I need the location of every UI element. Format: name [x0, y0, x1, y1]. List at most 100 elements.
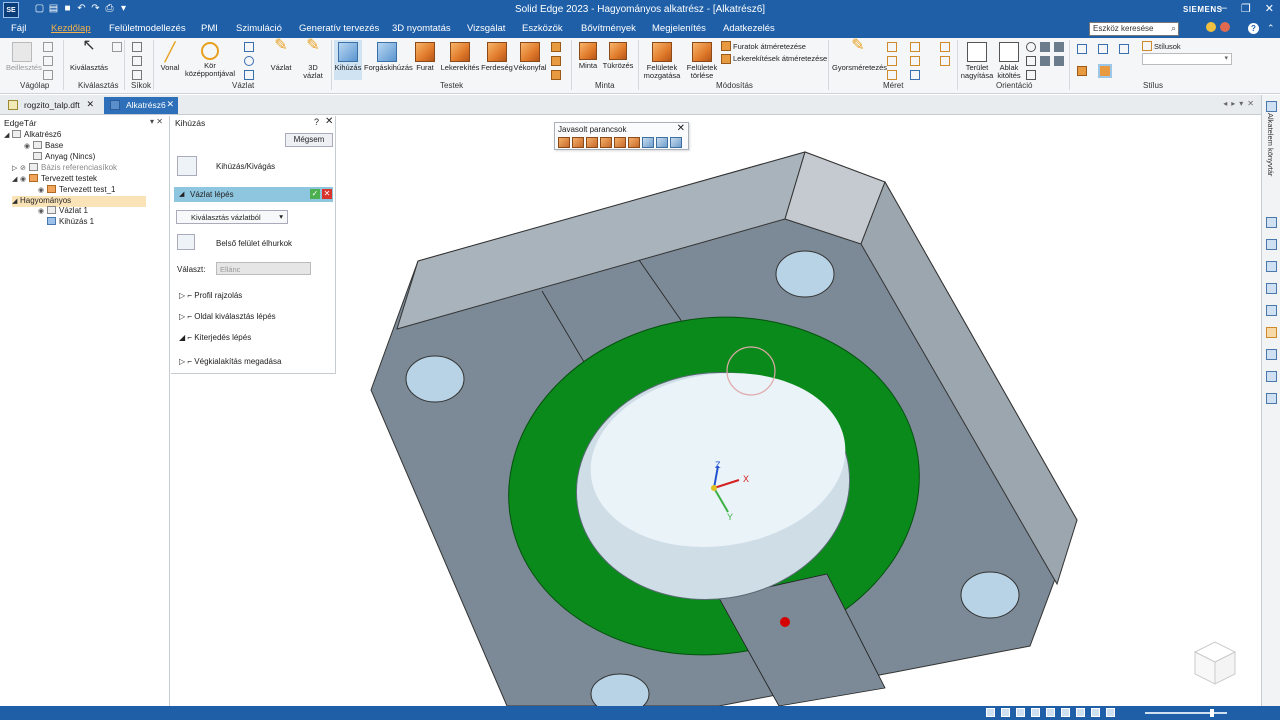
- tree-item-part[interactable]: ◢ Alkatrész6: [4, 130, 61, 141]
- grid-icon[interactable]: [910, 70, 920, 80]
- smart-dimension-button[interactable]: ✎ Gyorsméretezés: [832, 38, 887, 72]
- pan-icon[interactable]: [1031, 708, 1040, 717]
- plane-angled-icon[interactable]: [132, 56, 142, 66]
- part-painter-icon[interactable]: [1119, 44, 1129, 54]
- command-search-input[interactable]: Eszköz keresése ⌕: [1089, 22, 1179, 36]
- copy-icon[interactable]: [43, 56, 53, 66]
- draft-icon[interactable]: [551, 42, 561, 52]
- tab-home[interactable]: Kezdőlap: [51, 23, 91, 34]
- view-cmd-icon[interactable]: [642, 137, 654, 148]
- step-extent[interactable]: ◢ ⌐ Kiterjedés lépés: [179, 333, 251, 342]
- model-view[interactable]: X Y Z: [337, 116, 1260, 715]
- tab-navigation[interactable]: ◂▸▾✕: [1223, 99, 1258, 108]
- filter-icon[interactable]: [112, 42, 122, 52]
- tree-item-design-bodies[interactable]: ◢ ◉ Tervezett testek: [12, 174, 97, 185]
- tree-item-sketch-1[interactable]: ◉ Vázlat 1: [38, 206, 88, 217]
- select-from-sketch-dropdown[interactable]: Kiválasztás vázlatból ▾: [176, 210, 288, 224]
- thinwall-button[interactable]: Vékonyfal: [513, 42, 547, 72]
- doc-tab-part[interactable]: Alkatrész6 ✕: [104, 97, 178, 114]
- sketch-step-bar[interactable]: ◢ Vázlat lépés ✓ ✕: [174, 187, 333, 202]
- chamfer-button[interactable]: Ferdeség: [481, 42, 513, 72]
- fit-icon[interactable]: [1016, 708, 1025, 717]
- layers-icon[interactable]: [1266, 217, 1277, 228]
- curve-icon[interactable]: [244, 70, 254, 80]
- collapse-ribbon-icon[interactable]: ⌃: [1267, 23, 1275, 34]
- revolve-button[interactable]: Forgáskihúzás: [364, 42, 413, 72]
- shading-icon[interactable]: [1091, 708, 1100, 717]
- styles-button[interactable]: Stílusok: [1154, 42, 1181, 51]
- settings-icon[interactable]: [1266, 393, 1277, 404]
- zoom-area-icon[interactable]: [986, 708, 995, 717]
- colors-icon[interactable]: [1266, 261, 1277, 272]
- line-button[interactable]: ╱ Vonal: [157, 42, 183, 72]
- tree-item-material[interactable]: Anyag (Nincs): [24, 152, 95, 163]
- hole-cmd-icon[interactable]: [558, 137, 570, 148]
- text-icon[interactable]: [940, 42, 950, 52]
- tab-view[interactable]: Megjelenítés: [652, 23, 706, 34]
- measure-icon[interactable]: [1266, 349, 1277, 360]
- hole-resize-button[interactable]: Furatok átméretezése: [733, 42, 806, 51]
- view-style-icon[interactable]: [1098, 44, 1108, 54]
- add-cut-mode-icon[interactable]: [177, 156, 197, 176]
- style-dropdown[interactable]: ▾: [1142, 53, 1232, 65]
- pattern-cmd-icon[interactable]: [614, 137, 626, 148]
- rectangle-icon[interactable]: [244, 42, 254, 52]
- mirror-button[interactable]: Tükrözés: [602, 42, 634, 70]
- tab-3dprint[interactable]: 3D nyomtatás: [392, 23, 451, 34]
- tab-tools[interactable]: Eszközök: [522, 23, 563, 34]
- help-icon[interactable]: ?: [1248, 23, 1259, 34]
- view-orient-icon[interactable]: [1054, 42, 1064, 52]
- material-icon[interactable]: [1077, 66, 1087, 76]
- material-table-icon[interactable]: [1098, 64, 1112, 78]
- step-side[interactable]: ▷ ⌐ Oldal kiválasztás lépés: [179, 312, 276, 321]
- round-resize-button[interactable]: Lekerekítések átméretezése: [733, 54, 827, 63]
- hole-button[interactable]: Furat: [412, 42, 438, 72]
- tree-item-base[interactable]: ◉ Base: [24, 141, 63, 152]
- pan-icon[interactable]: [1026, 56, 1036, 66]
- fit-cmd-icon[interactable]: [670, 137, 682, 148]
- sensors-icon[interactable]: [1266, 283, 1277, 294]
- arc-icon[interactable]: [244, 56, 254, 66]
- sketch-view-icon[interactable]: [1061, 708, 1070, 717]
- plane-parallel-icon[interactable]: [132, 70, 142, 80]
- zoom-icon[interactable]: [1026, 42, 1036, 52]
- format-painter-icon[interactable]: [43, 70, 53, 80]
- tab-pmi[interactable]: PMI: [201, 23, 218, 34]
- close-tab-icon[interactable]: ✕: [166, 99, 174, 110]
- relations-icon[interactable]: [910, 42, 920, 52]
- thinwall-cmd-icon[interactable]: [600, 137, 612, 148]
- zoom-cmd-icon[interactable]: [656, 137, 668, 148]
- zoom-slider[interactable]: [1145, 712, 1227, 714]
- cut-icon[interactable]: [43, 42, 53, 52]
- relations-icon[interactable]: [1266, 371, 1277, 382]
- close-tab-icon[interactable]: ✕: [86, 99, 94, 110]
- zoom-area-button[interactable]: Terület nagyítása: [960, 42, 994, 80]
- circle-button[interactable]: Kör középpontjával: [184, 42, 236, 78]
- feature-library-tab[interactable]: Alkatelem könyvtár: [1266, 113, 1275, 176]
- sketch-button[interactable]: ✎ Vázlat: [268, 38, 294, 72]
- restore-icon[interactable]: ❐: [1241, 2, 1251, 15]
- tree-item-extrude-1[interactable]: Kihúzás 1: [47, 217, 94, 228]
- pattern-button[interactable]: Minta: [574, 42, 602, 70]
- close-icon[interactable]: ✕: [325, 116, 333, 127]
- mount-hole-3[interactable]: [960, 571, 1020, 619]
- edgebar-controls[interactable]: ▾ ✕: [150, 117, 163, 126]
- help-icon[interactable]: ?: [314, 117, 319, 127]
- tab-addins[interactable]: Bővítmények: [581, 23, 636, 34]
- tab-inspect[interactable]: Vizsgálat: [467, 23, 505, 34]
- cancel-button[interactable]: Mégsem: [285, 133, 333, 147]
- rib-icon[interactable]: [551, 56, 561, 66]
- tab-surfacing[interactable]: Felületmodellezés: [109, 23, 186, 34]
- inner-loops-icon[interactable]: [177, 234, 195, 250]
- tree-item-ref-planes[interactable]: ▷ ⊘ Bázis referenciasíkok: [12, 163, 117, 174]
- lip-icon[interactable]: [551, 70, 561, 80]
- shaded-edges-icon[interactable]: [1040, 56, 1050, 66]
- graphics-window[interactable]: X Y Z: [337, 116, 1260, 715]
- round-button[interactable]: Lekerekítés: [440, 42, 480, 72]
- display-icon[interactable]: [1106, 708, 1115, 717]
- dim-coordinate-icon[interactable]: [887, 70, 897, 80]
- mirror-cmd-icon[interactable]: [628, 137, 640, 148]
- zoom-slider-thumb[interactable]: [1210, 709, 1214, 717]
- paste-button[interactable]: Beillesztés: [6, 42, 42, 72]
- render-icon[interactable]: [1266, 305, 1277, 316]
